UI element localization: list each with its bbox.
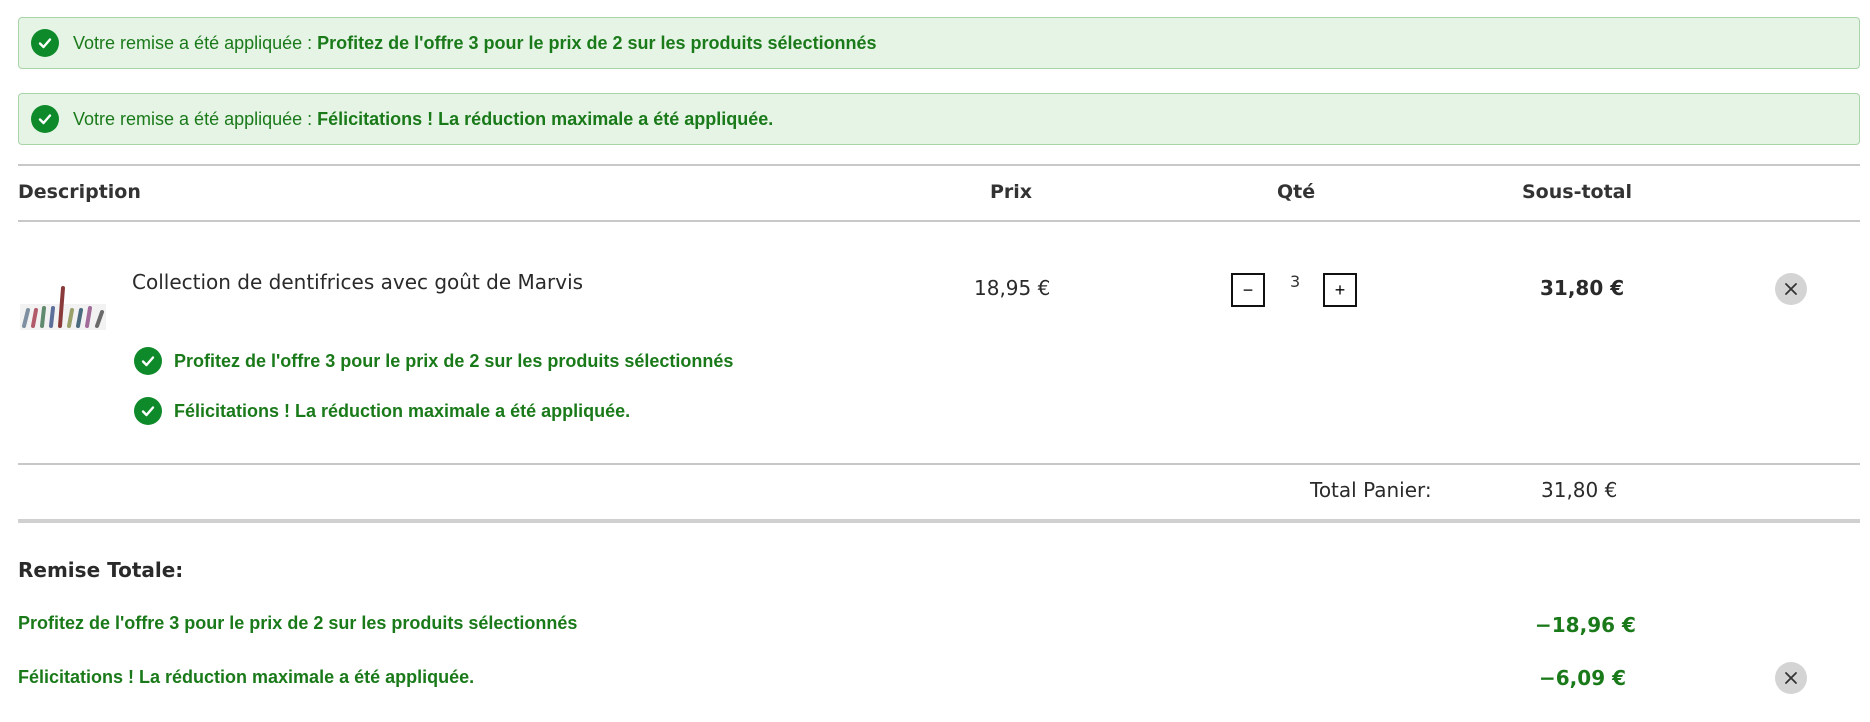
totals-divider: [18, 519, 1860, 523]
notice-message: Profitez de l'offre 3 pour le prix de 2 …: [317, 32, 877, 53]
notice-prefix: Votre remise a été appliquée :: [73, 108, 318, 129]
close-icon: [1783, 670, 1799, 686]
check-circle-icon: [134, 397, 162, 425]
item-promo-text: Profitez de l'offre 3 pour le prix de 2 …: [174, 350, 734, 371]
unit-price: 18,95 €: [974, 276, 1051, 300]
item-promo: Profitez de l'offre 3 pour le prix de 2 …: [134, 347, 733, 375]
check-circle-icon: [134, 347, 162, 375]
discount-label: Profitez de l'offre 3 pour le prix de 2 …: [18, 613, 578, 633]
qty-decrease-button[interactable]: −: [1231, 273, 1265, 307]
qty-value[interactable]: 3: [1290, 272, 1300, 291]
total-discount-title: Remise Totale:: [18, 558, 184, 582]
row-divider: [18, 463, 1860, 465]
header-subtotal: Sous-total: [1522, 181, 1633, 203]
header-price: Prix: [990, 181, 1033, 203]
qty-increase-button[interactable]: +: [1323, 273, 1357, 307]
product-name[interactable]: Collection de dentifrices avec goût de M…: [132, 270, 583, 294]
cart-total-value: 31,80 €: [1541, 478, 1618, 502]
line-subtotal: 31,80 €: [1540, 276, 1625, 300]
product-image[interactable]: [18, 282, 108, 338]
item-promo-text: Félicitations ! La réduction maximale a …: [174, 400, 631, 421]
discount-value: −18,96 €: [1535, 613, 1636, 637]
header-qty: Qté: [1277, 181, 1316, 203]
table-top-divider: [18, 164, 1860, 166]
notice-message: Félicitations ! La réduction maximale a …: [317, 108, 774, 129]
remove-discount-button[interactable]: [1775, 662, 1807, 694]
item-promo: Félicitations ! La réduction maximale a …: [134, 397, 630, 425]
discount-notice: Votre remise a été appliquée : Félicitat…: [18, 93, 1860, 145]
discount-value: −6,09 €: [1539, 666, 1626, 690]
check-circle-icon: [31, 105, 59, 133]
remove-item-button[interactable]: [1775, 273, 1807, 305]
notice-prefix: Votre remise a été appliquée :: [73, 32, 318, 53]
discount-notice: Votre remise a été appliquée : Profitez …: [18, 17, 1860, 69]
table-header-divider: [18, 220, 1860, 222]
discount-label: Félicitations ! La réduction maximale a …: [18, 667, 475, 687]
header-description: Description: [18, 181, 141, 203]
check-circle-icon: [31, 29, 59, 57]
cart-total-label: Total Panier:: [1310, 478, 1432, 502]
close-icon: [1783, 281, 1799, 297]
